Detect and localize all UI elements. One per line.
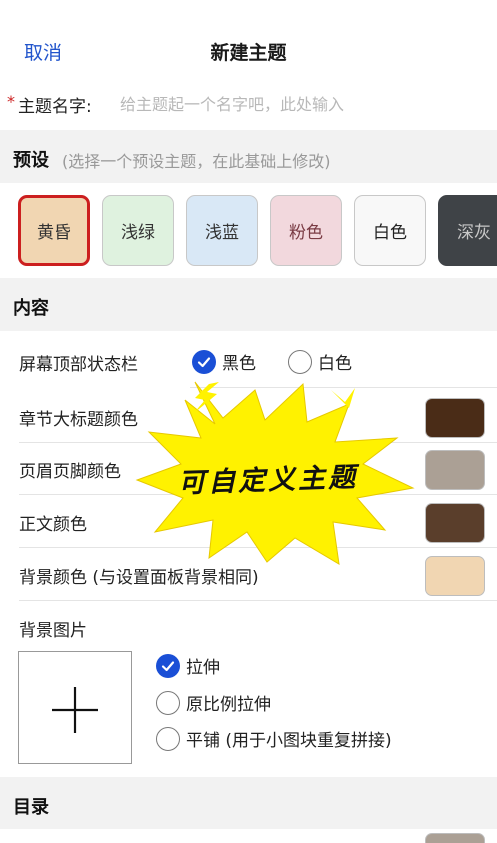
color-swatch[interactable] (425, 556, 485, 596)
checkmark-icon (156, 653, 180, 678)
radio-empty-icon (156, 690, 180, 715)
color-row-label: 页眉页脚颜色 (19, 462, 121, 482)
content-title: 内容 (13, 298, 49, 319)
bg-image-label: 背景图片 (19, 621, 87, 641)
status-bar-label: 屏幕顶部状态栏 (19, 355, 138, 375)
preset-chip[interactable]: 深灰 (438, 195, 497, 266)
color-swatch[interactable] (425, 398, 485, 438)
preset-chip[interactable]: 浅绿 (102, 195, 174, 266)
preset-chip[interactable]: 粉色 (270, 195, 342, 266)
plus-icon (52, 687, 98, 733)
status-bar-option-white[interactable]: 白色 (288, 349, 352, 374)
checkmark-icon (192, 349, 216, 374)
divider (19, 600, 497, 601)
color-row-label: 背景颜色 (与设置面板背景相同) (19, 568, 259, 588)
radio-empty-icon (156, 726, 180, 751)
toc-color-swatch[interactable] (425, 833, 485, 843)
preset-chip[interactable]: 黄昏 (18, 195, 90, 266)
theme-name-row: * 主题名字: (0, 82, 497, 128)
presets-section-header: 预设 (选择一个预设主题，在此基础上修改) (0, 130, 497, 183)
status-bar-option-label: 白色 (318, 354, 352, 374)
page-title: 新建主题 (210, 42, 287, 64)
status-bar-option-label: 黑色 (222, 354, 256, 374)
toc-section-header: 目录 (0, 777, 497, 829)
bg-mode-label: 拉伸 (186, 658, 220, 678)
radio-empty-icon (288, 349, 312, 374)
bg-mode-stretch[interactable]: 拉伸 (156, 653, 220, 678)
preset-chip[interactable]: 白色 (354, 195, 426, 266)
add-image-button[interactable] (18, 651, 132, 764)
color-swatch[interactable] (425, 503, 485, 543)
color-row-label: 章节大标题颜色 (19, 410, 138, 430)
bg-mode-keep-ratio[interactable]: 原比例拉伸 (156, 690, 271, 715)
presets-title: 预设 (13, 150, 49, 171)
cancel-button[interactable]: 取消 (24, 38, 62, 65)
color-swatch[interactable] (425, 450, 485, 490)
preset-list[interactable]: 黄昏 浅绿 浅蓝 粉色 白色 深灰 (0, 183, 497, 278)
bg-mode-label: 平铺 (用于小图块重复拼接) (186, 731, 392, 751)
theme-name-input[interactable] (120, 90, 480, 118)
color-row-label: 正文颜色 (19, 515, 87, 535)
promo-text: 可自定义主题 (177, 462, 359, 500)
required-mark: * (7, 92, 15, 111)
content-section-header: 内容 (0, 278, 497, 331)
bg-mode-label: 原比例拉伸 (186, 695, 271, 715)
preset-chip[interactable]: 浅蓝 (186, 195, 258, 266)
toc-title: 目录 (13, 797, 49, 818)
bg-mode-tile[interactable]: 平铺 (用于小图块重复拼接) (156, 726, 392, 751)
theme-name-label: 主题名字: (18, 97, 92, 117)
bg-image-row: 背景图片 (0, 602, 497, 642)
status-bar-option-black[interactable]: 黑色 (192, 349, 256, 374)
presets-subtitle: (选择一个预设主题，在此基础上修改) (62, 152, 331, 171)
